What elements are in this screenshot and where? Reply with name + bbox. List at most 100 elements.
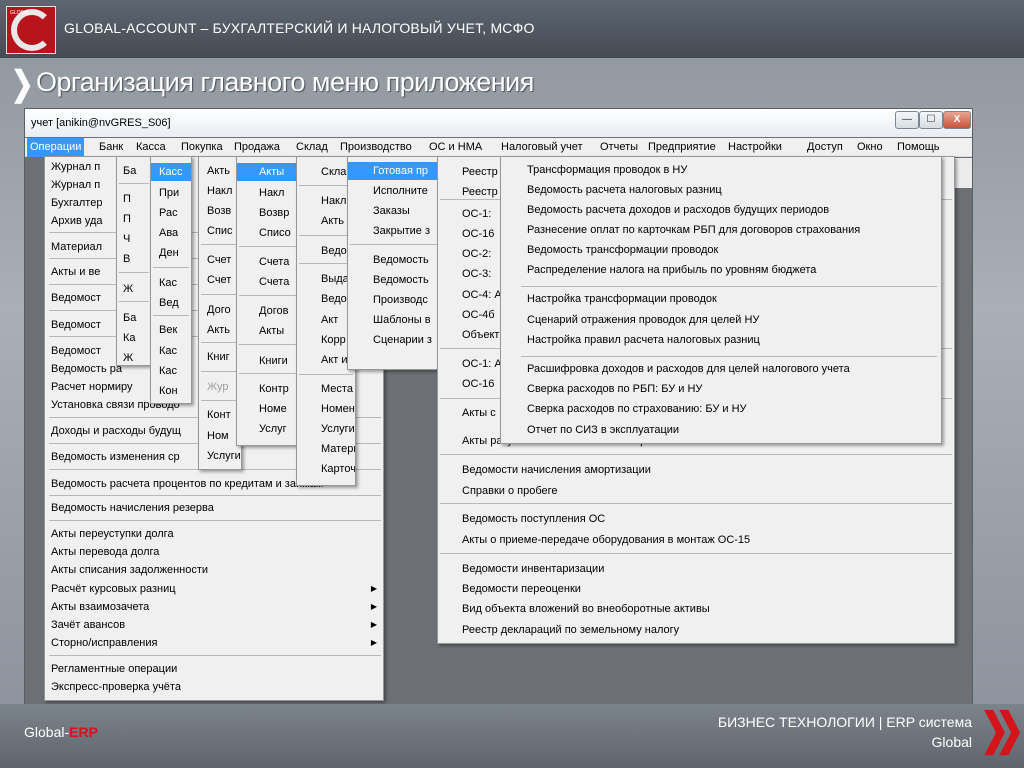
purchase-menu-item[interactable]: Дого	[199, 301, 241, 319]
bank-menu-item[interactable]: Ка	[117, 329, 151, 347]
menubar-item-10[interactable]: Предприятие	[645, 138, 719, 157]
production-menu-item[interactable]: Сценарии з	[348, 331, 442, 349]
purchase-menu-item[interactable]: Акть	[199, 321, 241, 339]
menubar-item-12[interactable]: Доступ	[804, 138, 846, 157]
tax-menu-item[interactable]: Распределение налога на прибыль по уровн…	[501, 261, 941, 279]
kassa-menu-item[interactable]: Кас	[151, 274, 191, 292]
tax-menu-item[interactable]: Ведомость расчета налоговых разниц	[501, 181, 941, 199]
menubar-item-11[interactable]: Настройки	[725, 138, 785, 157]
purchase-menu-item[interactable]: Накл	[199, 182, 241, 200]
sales-menu-item[interactable]: Накл	[237, 184, 299, 202]
menubar-item-13[interactable]: Окно	[854, 138, 886, 157]
menubar-item-7[interactable]: ОС и НМА	[426, 138, 485, 157]
bank-menu-item[interactable]: Ж	[117, 280, 151, 298]
production-menu-item[interactable]: Ведомость	[348, 271, 442, 289]
sales-menu-item[interactable]: Счета	[237, 273, 299, 291]
sales-menu-item[interactable]: Услуг	[237, 420, 299, 438]
operations-menu-item[interactable]: Экспресс-проверка учёта	[45, 678, 383, 696]
kassa-menu-item[interactable]: Вед	[151, 294, 191, 312]
menubar-item-3[interactable]: Покупка	[178, 138, 226, 157]
bank-menu-item[interactable]: Ч	[117, 230, 151, 248]
bank-menu-item[interactable]: П	[117, 190, 151, 208]
operations-menu-item[interactable]: Акты списания задолженности	[45, 561, 383, 579]
sales-menu-item[interactable]: Акты	[237, 322, 299, 340]
purchase-menu-item[interactable]: Акть	[199, 162, 241, 180]
menubar-item-9[interactable]: Отчеты	[597, 138, 641, 157]
purchase-menu-item[interactable]: Услуги	[199, 447, 241, 465]
bank-menu-item[interactable]: Ба	[117, 309, 151, 327]
purchase-menu-item[interactable]: Счет	[199, 271, 241, 289]
fixed-assets-menu-item[interactable]: Ведомости начисления амортизации	[438, 461, 954, 479]
sales-menu-item[interactable]: Номе	[237, 400, 299, 418]
bank-menu-item[interactable]: В	[117, 250, 151, 268]
operations-menu-item[interactable]: Ведомость начисления резерва	[45, 499, 383, 517]
scrollbar[interactable]	[955, 158, 972, 188]
operations-menu-item[interactable]: Акты переуступки долга	[45, 525, 383, 543]
menubar-item-2[interactable]: Касса	[133, 138, 169, 157]
fixed-assets-menu-item[interactable]: Вид объекта вложений во внеоборотные акт…	[438, 600, 954, 618]
tax-menu-item[interactable]: Сверка расходов по РБП: БУ и НУ	[501, 380, 941, 398]
production-menu-item[interactable]: Ведомость	[348, 251, 442, 269]
production-menu-item[interactable]: Закрытие з	[348, 222, 442, 240]
purchase-menu-item[interactable]: Жур	[199, 378, 241, 396]
purchase-menu-item[interactable]: Конт	[199, 406, 241, 424]
menubar-item-8[interactable]: Налоговый учет	[498, 138, 586, 157]
bank-menu-item[interactable]: Ж	[117, 349, 151, 365]
tax-menu-item[interactable]: Ведомость расчета доходов и расходов буд…	[501, 201, 941, 219]
production-menu-item[interactable]: Производс	[348, 291, 442, 309]
warehouse-menu-item[interactable]: Материально ответ	[297, 440, 355, 458]
menubar-item-6[interactable]: Производство	[337, 138, 415, 157]
kassa-menu-item[interactable]: Век	[151, 321, 191, 339]
operations-menu-item[interactable]: Акты перевода долга	[45, 543, 383, 561]
tax-menu-item[interactable]: Сверка расходов по страхованию: БУ и НУ	[501, 400, 941, 418]
fixed-assets-menu-item[interactable]: Реестр деклараций по земельному налогу	[438, 621, 954, 639]
purchase-menu-item[interactable]: Книг	[199, 348, 241, 366]
kassa-menu-item[interactable]: Кас	[151, 342, 191, 360]
production-menu-item[interactable]: Шаблоны в	[348, 311, 442, 329]
maximize-button[interactable]: ☐	[919, 111, 943, 129]
purchase-menu-item[interactable]: Спис	[199, 222, 241, 240]
tax-menu-item[interactable]: Сценарий отражения проводок для целей НУ	[501, 311, 941, 329]
sales-menu-item[interactable]: Списо	[237, 224, 299, 242]
bank-menu-item[interactable]: Ба	[117, 162, 151, 180]
operations-menu-item[interactable]: Зачёт авансов ▶	[45, 616, 383, 634]
tax-menu-item[interactable]: Разнесение оплат по карточкам РБП для до…	[501, 221, 941, 239]
warehouse-menu-item[interactable]: Места хранения	[297, 380, 355, 398]
menubar-item-4[interactable]: Продажа	[231, 138, 283, 157]
purchase-menu-item[interactable]: Возв	[199, 202, 241, 220]
sales-menu-item[interactable]: Книги	[237, 352, 299, 370]
operations-menu-item[interactable]: Расчёт курсовых разниц ▶	[45, 580, 383, 598]
tax-menu-item[interactable]: Настройка правил расчета налоговых разни…	[501, 331, 941, 349]
sales-menu-item[interactable]: Акты	[237, 163, 299, 181]
sales-menu-item[interactable]: Счета	[237, 253, 299, 271]
fixed-assets-menu-item[interactable]: Акты о приеме-передаче оборудования в мо…	[438, 531, 954, 549]
sales-menu-item[interactable]: Догов	[237, 302, 299, 320]
operations-menu-item[interactable]: Сторно/исправления ▶	[45, 634, 383, 652]
kassa-menu-item[interactable]: Ава	[151, 224, 191, 242]
purchase-menu-item[interactable]: Счет	[199, 251, 241, 269]
menubar-item-14[interactable]: Помощь	[894, 138, 943, 157]
tax-menu-item[interactable]: Ведомость трансформации проводок	[501, 241, 941, 259]
tax-menu-item[interactable]: Отчет по СИЗ в эксплуатации	[501, 421, 941, 439]
kassa-menu-item[interactable]: Ден	[151, 244, 191, 262]
production-menu-item[interactable]: Заказы	[348, 202, 442, 220]
fixed-assets-menu-item[interactable]: Ведомости инвентаризации	[438, 560, 954, 578]
minimize-button[interactable]: —	[895, 111, 919, 129]
close-button[interactable]: X	[943, 111, 971, 129]
operations-menu-item[interactable]: Акты взаимозачета ▶	[45, 598, 383, 616]
purchase-menu-item[interactable]: Ном	[199, 427, 241, 445]
tax-menu-item[interactable]: Настройка трансформации проводок	[501, 290, 941, 308]
kassa-menu-item[interactable]: Кас	[151, 362, 191, 380]
production-menu-item[interactable]: Готовая пр	[348, 162, 442, 180]
kassa-menu-item[interactable]: Рас	[151, 204, 191, 222]
sales-menu-item[interactable]: Возвр	[237, 204, 299, 222]
window-title-bar[interactable]: учет [anikin@nvGRES_S06] — ☐ X	[25, 109, 972, 137]
operations-menu-item[interactable]: Регламентные операции	[45, 660, 383, 678]
menubar-item-0[interactable]: Операции	[27, 138, 85, 157]
kassa-menu-item[interactable]: Касс	[151, 163, 191, 181]
fixed-assets-menu-item[interactable]: Ведомость поступления ОС	[438, 510, 954, 528]
tax-menu-item[interactable]: Расшифровка доходов и расходов для целей…	[501, 360, 941, 378]
menubar-item-5[interactable]: Склад	[293, 138, 331, 157]
fixed-assets-menu-item[interactable]: Справки о пробеге	[438, 482, 954, 500]
warehouse-menu-item[interactable]: Карточки складског	[297, 460, 355, 478]
